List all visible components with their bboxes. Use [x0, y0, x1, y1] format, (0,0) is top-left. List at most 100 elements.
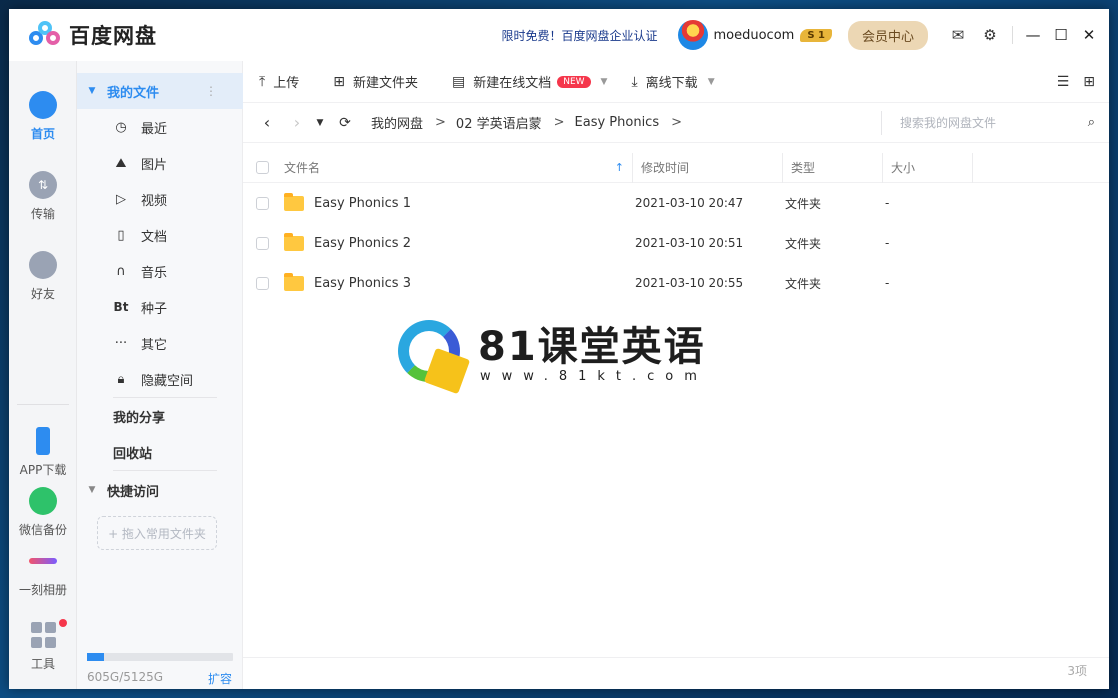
- transfer-icon: ⇅: [29, 171, 57, 199]
- search-input[interactable]: 搜索我的网盘文件 ⌕: [881, 110, 1095, 135]
- sidebar-item-videos[interactable]: ▷ 视频: [77, 181, 243, 217]
- settings-icon[interactable]: ⚙: [974, 19, 1006, 51]
- column-header-modified[interactable]: 修改时间: [633, 152, 783, 183]
- sort-icon[interactable]: ☰: [1057, 74, 1070, 90]
- sidebar-item-label: 其它: [141, 337, 168, 353]
- app-name: 百度网盘: [69, 24, 157, 48]
- sidebar-item-label: 视频: [141, 193, 168, 209]
- sidebar-item-recycle-bin[interactable]: 回收站: [77, 434, 243, 470]
- file-name[interactable]: Easy Phonics 3: [314, 276, 635, 291]
- breadcrumb-separator: >: [553, 115, 565, 130]
- refresh-icon[interactable]: ⟳: [333, 115, 357, 131]
- grid-view-icon[interactable]: ⊞: [1083, 74, 1095, 90]
- play-icon: ▷: [116, 191, 126, 207]
- back-icon[interactable]: ‹: [255, 113, 279, 132]
- sidebar-item-label: 种子: [141, 301, 168, 317]
- member-center-button[interactable]: 会员中心: [847, 20, 928, 50]
- breadcrumb-item[interactable]: Easy Phonics: [575, 115, 660, 130]
- folder-plus-icon: ⊞: [333, 73, 345, 90]
- chevron-down-icon[interactable]: ▼: [601, 77, 608, 87]
- minimize-icon[interactable]: —: [1019, 19, 1047, 51]
- rail-item-tools[interactable]: 工具: [9, 619, 77, 672]
- column-header-name[interactable]: 文件名 ↑: [243, 152, 633, 183]
- column-header-type[interactable]: 类型: [783, 152, 883, 183]
- sidebar-item-images[interactable]: ⛰ 图片: [77, 145, 243, 181]
- bt-icon: Bt: [113, 300, 129, 314]
- rail-item-label: 首页: [30, 127, 55, 141]
- expand-storage-link[interactable]: 扩容: [208, 670, 232, 687]
- sidebar-section-label: 快捷访问: [107, 484, 160, 500]
- sidebar-item-recent[interactable]: ◷ 最近: [77, 109, 243, 145]
- rail-item-label: 好友: [30, 287, 55, 301]
- new-badge: NEW: [557, 75, 591, 88]
- rail-item-friends[interactable]: 好友: [9, 251, 77, 302]
- wechat-icon: [29, 487, 57, 515]
- close-icon[interactable]: ✕: [1075, 19, 1103, 51]
- username[interactable]: moeduocom: [714, 28, 795, 43]
- chevron-down-icon[interactable]: ▼: [708, 77, 715, 87]
- breadcrumb: 我的网盘 > 02 学英语启蒙 > Easy Phonics >: [371, 113, 692, 132]
- table-row[interactable]: Easy Phonics 3 2021-03-10 20:55 文件夹 -: [243, 263, 1109, 303]
- sidebar-my-files[interactable]: ▼ 我的文件 ⋮: [77, 73, 243, 109]
- row-checkbox[interactable]: [256, 276, 269, 290]
- watermark-url: www.81kt.com: [480, 368, 708, 384]
- history-dropdown-icon[interactable]: ▼: [313, 118, 327, 128]
- sidebar-item-my-share[interactable]: 我的分享: [77, 398, 243, 434]
- column-header-size[interactable]: 大小: [883, 152, 973, 183]
- file-size: -: [885, 196, 890, 210]
- rail-item-album[interactable]: 一刻相册: [9, 547, 77, 598]
- tools-icon: [30, 621, 56, 649]
- view-options: ☰ ⊞: [1057, 74, 1095, 90]
- new-folder-button[interactable]: ⊞ 新建文件夹: [333, 72, 418, 92]
- sidebar-item-torrents[interactable]: Bt 种子: [77, 289, 243, 325]
- table-header: 文件名 ↑ 修改时间 类型 大小: [243, 152, 1109, 183]
- rail-item-home[interactable]: 首页: [9, 91, 77, 142]
- offline-download-button[interactable]: ⤓ 离线下载 ▼: [631, 72, 715, 92]
- select-all-checkbox[interactable]: [256, 161, 269, 174]
- footer-divider: [243, 657, 1109, 658]
- storage-quota-text: 605G/5125G: [87, 670, 164, 684]
- sidebar-item-other[interactable]: ··· 其它: [77, 325, 243, 361]
- search-icon[interactable]: ⌕: [1088, 115, 1095, 130]
- breadcrumb-item[interactable]: 02 学英语启蒙: [456, 113, 542, 132]
- column-label: 文件名: [284, 161, 321, 175]
- table-row[interactable]: Easy Phonics 2 2021-03-10 20:51 文件夹 -: [243, 223, 1109, 263]
- promo-link[interactable]: 限时免费！百度网盘企业认证: [501, 27, 657, 44]
- more-icon: ···: [114, 335, 128, 351]
- avatar[interactable]: [677, 20, 708, 50]
- document-icon: ▤: [451, 73, 466, 90]
- maximize-icon[interactable]: ☐: [1047, 19, 1075, 51]
- new-folder-label: 新建文件夹: [352, 76, 418, 91]
- sidebar-item-music[interactable]: ∩ 音乐: [77, 253, 243, 289]
- friends-icon: [29, 251, 57, 279]
- quick-access-drop-zone[interactable]: + 拖入常用文件夹: [97, 516, 217, 550]
- storage-quota-fill: [87, 653, 105, 661]
- watermark-title: 81课堂英语: [478, 323, 706, 370]
- table-row[interactable]: Easy Phonics 1 2021-03-10 20:47 文件夹 -: [243, 183, 1109, 223]
- vip-level-badge[interactable]: S 1: [800, 28, 832, 42]
- mail-icon[interactable]: ✉: [942, 19, 974, 51]
- forward-icon[interactable]: ›: [285, 113, 309, 132]
- sidebar-item-documents[interactable]: ▯ 文档: [77, 217, 243, 253]
- baidu-netdisk-logo-icon: [29, 21, 61, 49]
- file-name[interactable]: Easy Phonics 1: [314, 196, 635, 211]
- sidebar-quick-access[interactable]: ▼ 快捷访问: [77, 472, 243, 508]
- upload-button[interactable]: ⤒ 上传: [259, 72, 299, 92]
- baidu-netdisk-window: 百度网盘 限时免费！百度网盘企业认证 moeduocom S 1 会员中心 ✉ …: [9, 9, 1109, 689]
- breadcrumb-item[interactable]: 我的网盘: [371, 113, 423, 132]
- row-checkbox[interactable]: [256, 236, 269, 250]
- title-bar: 百度网盘 限时免费！百度网盘企业认证 moeduocom S 1 会员中心 ✉ …: [9, 9, 1109, 61]
- row-checkbox[interactable]: [256, 196, 269, 210]
- rail-item-transfer[interactable]: ⇅ 传输: [9, 171, 77, 222]
- caret-down-icon: ▼: [88, 485, 96, 495]
- clock-icon: ◷: [115, 119, 127, 135]
- new-online-doc-label: 新建在线文档: [473, 76, 552, 91]
- sidebar-item-hidden-space[interactable]: 🔒︎ 隐藏空间: [77, 361, 243, 397]
- rail-item-wechat-backup[interactable]: 微信备份: [9, 487, 77, 538]
- file-name[interactable]: Easy Phonics 2: [314, 236, 635, 251]
- more-options-icon[interactable]: ⋮: [205, 84, 217, 98]
- storage-quota-bar: [87, 653, 233, 661]
- rail-item-label: 工具: [30, 657, 55, 671]
- rail-item-app-download[interactable]: APP下载: [9, 427, 77, 478]
- new-online-doc-button[interactable]: ▤ 新建在线文档 NEW ▼: [451, 72, 608, 92]
